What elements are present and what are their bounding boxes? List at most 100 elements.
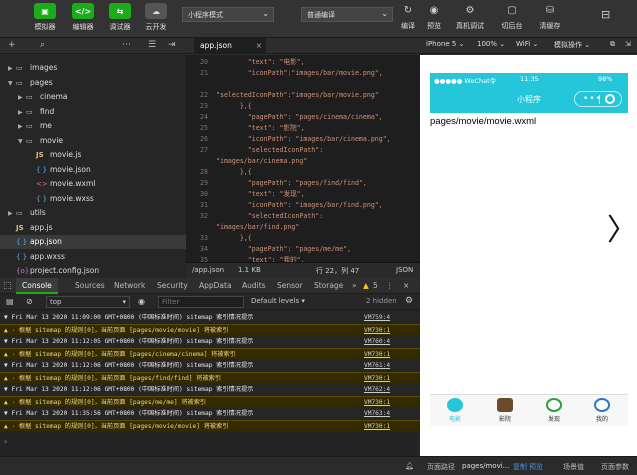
detach-icon[interactable]: ⇲ bbox=[625, 40, 631, 48]
tab-security[interactable]: Security bbox=[157, 281, 188, 290]
compile-select[interactable]: 普通编译 ⌄ bbox=[301, 7, 393, 22]
tab-sensor[interactable]: Sensor bbox=[277, 281, 303, 290]
tree-item[interactable]: ▼ ▭ pages bbox=[0, 76, 186, 90]
gear-icon[interactable]: ⚙ bbox=[405, 296, 413, 306]
tree-item[interactable]: JS app.js bbox=[0, 221, 186, 235]
tree-item[interactable]: <> movie.wxml bbox=[0, 177, 186, 191]
clear-cache-button[interactable]: ⛁ 清缓存 bbox=[535, 5, 565, 31]
tree-item[interactable]: ▶ ▭ find bbox=[0, 105, 186, 119]
chevron-right-icon[interactable]: 〉 bbox=[607, 205, 637, 249]
source-link[interactable]: VM762:4 bbox=[364, 384, 390, 395]
tree-item[interactable]: ▼ ▭ movie bbox=[0, 134, 186, 148]
more-tabs-button[interactable]: » bbox=[352, 281, 357, 290]
line-number: 23 bbox=[200, 102, 208, 110]
preview-link[interactable]: 预览 bbox=[529, 462, 543, 472]
tab-sources[interactable]: Sources bbox=[75, 281, 105, 290]
source-link[interactable]: VM760:4 bbox=[364, 336, 390, 347]
more-icon[interactable]: ⋮ bbox=[386, 281, 394, 290]
close-icon[interactable]: × bbox=[256, 38, 262, 54]
preview-button[interactable]: ◉ 预览 bbox=[421, 5, 447, 31]
tree-item[interactable]: ▶ ▭ images bbox=[0, 61, 186, 75]
to-background-button[interactable]: ▢ 切后台 bbox=[497, 5, 527, 31]
copy-link[interactable]: 复制 bbox=[513, 462, 527, 472]
inspect-icon[interactable]: ⬚ bbox=[3, 281, 12, 291]
clear-console-icon[interactable]: ⊘ bbox=[26, 297, 33, 306]
close-circle-icon[interactable] bbox=[605, 94, 615, 104]
tab-storage[interactable]: Storage bbox=[314, 281, 343, 290]
code-editor[interactable]: 20 "text": "电影", 21 "iconPath":"images/ba… bbox=[186, 55, 420, 262]
tree-item[interactable]: { } movie.wxss bbox=[0, 192, 186, 206]
tab-me[interactable]: 我的 bbox=[582, 398, 622, 423]
console-group-row[interactable]: ▼ Fri Mar 13 2020 11:12:06 GMT+0800 (中国标… bbox=[0, 360, 420, 371]
split-icon[interactable]: ⇥ bbox=[168, 40, 176, 50]
context-select[interactable]: top ▾ bbox=[46, 296, 130, 308]
tree-item[interactable]: JS movie.js bbox=[0, 148, 186, 162]
tree-item-label: me bbox=[40, 121, 52, 130]
tree-item[interactable]: ▶ ▭ me bbox=[0, 119, 186, 133]
device-select[interactable]: iPhone 5 ⌄ bbox=[426, 40, 464, 48]
menu-capsule[interactable]: ••• bbox=[574, 91, 622, 107]
search-icon[interactable]: ⌕ bbox=[40, 40, 45, 50]
console-group-row[interactable]: ▼ Fri Mar 13 2020 11:09:00 GMT+0800 (中国标… bbox=[0, 312, 420, 323]
line-number: 29 bbox=[200, 179, 208, 187]
tree-item[interactable]: { } movie.json bbox=[0, 163, 186, 177]
console-warning-row[interactable]: ▲ · 根据 sitemap 的规则[0]，当前页面 [pages/movie/… bbox=[0, 420, 420, 431]
code-text: },{ bbox=[216, 168, 252, 176]
console-warning-row[interactable]: ▲ · 根据 sitemap 的规则[0]，当前页面 [pages/cinema… bbox=[0, 348, 420, 359]
source-link[interactable]: VM761:4 bbox=[364, 360, 390, 371]
console-group-row[interactable]: ▼ Fri Mar 13 2020 11:12:06 GMT+0800 (中国标… bbox=[0, 384, 420, 395]
wxml-file-icon: <> bbox=[36, 180, 48, 188]
scene-button[interactable]: 场景值 bbox=[563, 462, 584, 472]
tree-item[interactable]: { } app.json bbox=[0, 235, 186, 249]
tab-find[interactable]: 发现 bbox=[534, 398, 574, 423]
expand-icon[interactable]: ⊟ bbox=[601, 8, 610, 21]
console-group-row[interactable]: ▼ Fri Mar 13 2020 11:12:05 GMT+0800 (中国标… bbox=[0, 336, 420, 347]
source-link[interactable]: VM763:4 bbox=[364, 408, 390, 419]
mode-select[interactable]: 小程序模式 ⌄ bbox=[182, 7, 274, 22]
close-icon[interactable]: × bbox=[403, 281, 409, 290]
add-icon[interactable]: + bbox=[8, 40, 16, 50]
tree-item[interactable]: ▶ ▭ cinema bbox=[0, 90, 186, 104]
console-group-row[interactable]: ▼ Fri Mar 13 2020 11:35:56 GMT+0800 (中国标… bbox=[0, 408, 420, 419]
console-warning-row[interactable]: ▲ · 根据 sitemap 的规则[0]，当前页面 [pages/find/f… bbox=[0, 372, 420, 383]
tab-network[interactable]: Network bbox=[114, 281, 145, 290]
zoom-select[interactable]: 100% ⌄ bbox=[477, 40, 505, 48]
source-link[interactable]: VM730:1 bbox=[364, 421, 390, 432]
compile-button[interactable]: ↻ 编译 bbox=[395, 5, 421, 31]
source-link[interactable]: VM730:1 bbox=[364, 325, 390, 336]
tab-audits[interactable]: Audits bbox=[242, 281, 266, 290]
simulator-button[interactable]: ▣ 模拟器 bbox=[28, 3, 62, 32]
log-levels-select[interactable]: Default levels ▾ bbox=[251, 297, 305, 305]
console-prompt[interactable]: › bbox=[4, 437, 7, 446]
source-link[interactable]: VM730:1 bbox=[364, 373, 390, 384]
network-select[interactable]: WiFi ⌄ bbox=[516, 40, 538, 48]
console-warning-row[interactable]: ▲ · 根据 sitemap 的规则[0]，当前页面 [pages/me/me]… bbox=[0, 396, 420, 407]
debugger-button[interactable]: ⇆ 调试器 bbox=[103, 3, 137, 32]
eye-icon[interactable]: ◉ bbox=[138, 297, 145, 306]
rotate-icon[interactable]: ⧉ bbox=[610, 40, 615, 49]
bell-icon[interactable]: 🔔︎ bbox=[405, 462, 414, 470]
cloud-dev-button[interactable]: ☁ 云开发 bbox=[139, 3, 173, 32]
operation-select[interactable]: 模拟操作 ⌄ bbox=[554, 40, 590, 50]
tab-movie[interactable]: 电影 bbox=[435, 398, 475, 423]
tree-item[interactable]: { } app.wxss bbox=[0, 250, 186, 264]
page-params-button[interactable]: 页面参数 bbox=[601, 462, 629, 472]
tree-item[interactable]: {o}project.config.json bbox=[0, 264, 186, 278]
console-filter-input[interactable]: Filter bbox=[158, 296, 244, 308]
source-link[interactable]: VM730:1 bbox=[364, 349, 390, 360]
sidebar-toggle-icon[interactable]: ▤ bbox=[6, 297, 14, 306]
collapse-icon[interactable]: ☰ bbox=[148, 40, 156, 50]
console-warning-row[interactable]: ▲ · 根据 sitemap 的规则[0]，当前页面 [pages/movie/… bbox=[0, 324, 420, 335]
tab-cinema[interactable]: 影院 bbox=[485, 398, 525, 423]
line-number: 20 bbox=[200, 58, 208, 66]
code-line: 29 "pagePath": "pages/find/find", bbox=[186, 178, 420, 189]
source-link[interactable]: VM730:1 bbox=[364, 397, 390, 408]
real-device-debug-button[interactable]: ⚙ 真机调试 bbox=[452, 5, 488, 31]
tab-console[interactable]: Console bbox=[16, 278, 58, 294]
tab-appdata[interactable]: AppData bbox=[199, 281, 232, 290]
tree-item[interactable]: ▶ ▭ utils bbox=[0, 206, 186, 220]
source-link[interactable]: VM759:4 bbox=[364, 312, 390, 323]
editor-button[interactable]: </> 编辑器 bbox=[66, 3, 100, 32]
tab-app-json[interactable]: app.json × bbox=[194, 38, 266, 54]
more-icon[interactable]: ⋯ bbox=[122, 40, 131, 50]
